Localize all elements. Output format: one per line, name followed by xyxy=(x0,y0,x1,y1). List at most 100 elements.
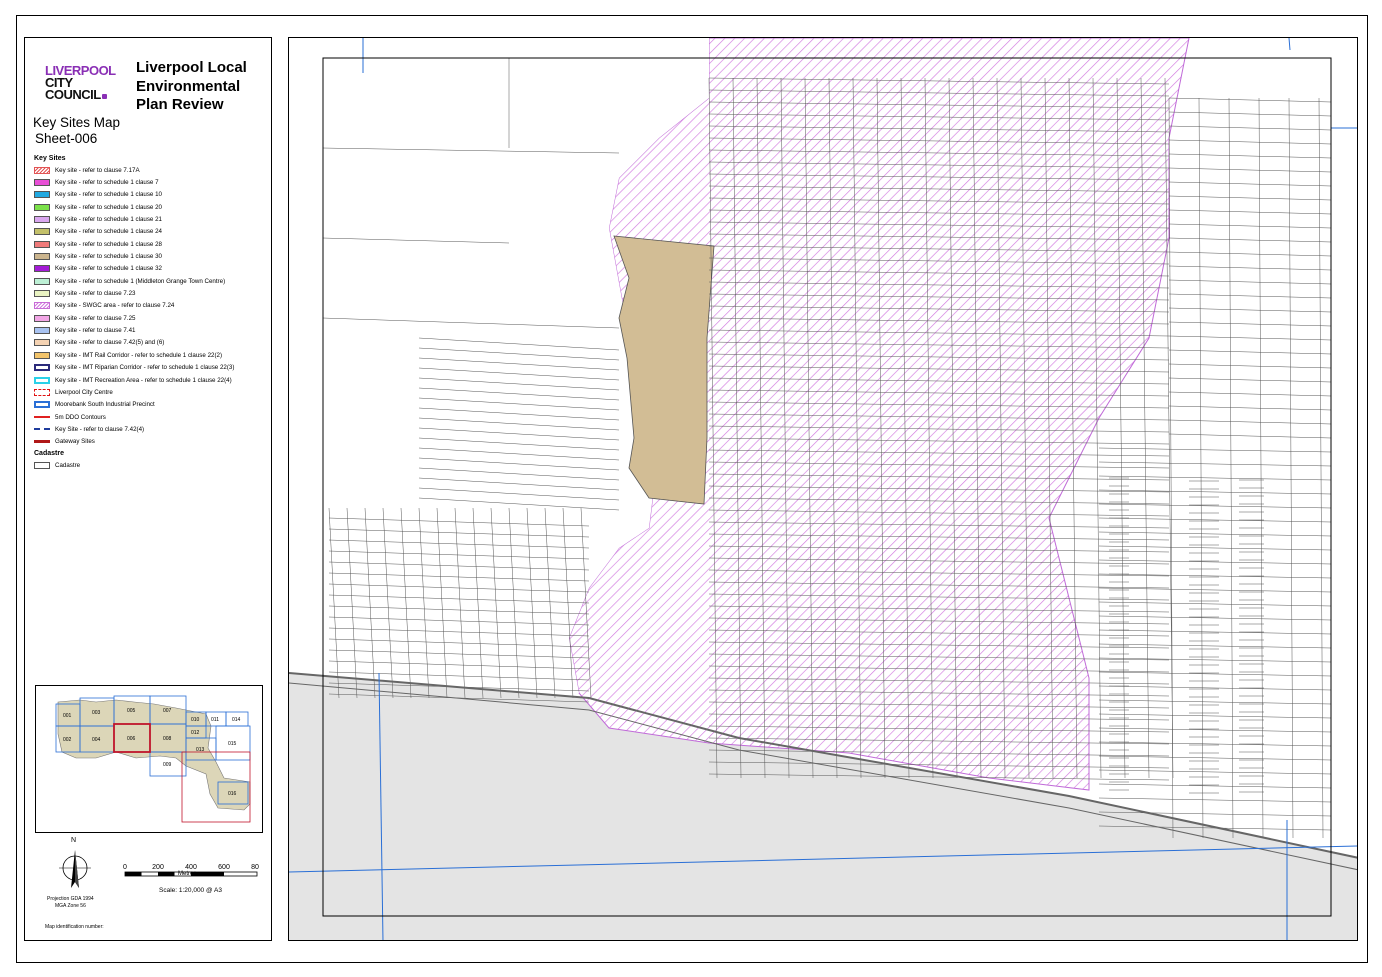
legend-swatch xyxy=(34,191,50,199)
legend-label: Key site - IMT Rail Corridor - refer to … xyxy=(55,351,223,359)
legend-label: Key site - refer to clause 7.41 xyxy=(55,327,136,335)
inset-sheet-label: 016 xyxy=(228,791,237,797)
legend-label: Key site - refer to schedule 1 clause 30 xyxy=(55,253,162,261)
legend-item: Key site - refer to clause 7.41 xyxy=(34,324,270,336)
inset-sheet-label: 012 xyxy=(191,730,200,736)
legend-item: Moorebank South Industrial Precinct xyxy=(34,399,270,411)
legend-swatch xyxy=(34,327,50,335)
legend-swatch xyxy=(34,277,50,285)
legend-swatch xyxy=(34,440,50,444)
inset-sheet-label: 013 xyxy=(196,747,205,753)
legend-panel: LIVERPOOL CITY COUNCIL Liverpool Local E… xyxy=(24,37,272,941)
inset-locator-map: 001 002 003 004 005 006 007 008 009 010 011 014 012 0… xyxy=(35,685,263,833)
north-arrow-icon xyxy=(59,850,91,888)
legend-label: Key site - IMT Riparian Corridor - refer… xyxy=(55,364,235,372)
inset-sheet-label: 003 xyxy=(92,710,101,716)
legend-swatch xyxy=(34,428,50,431)
legend-label: Key site - refer to schedule 1 clause 7 xyxy=(55,179,159,187)
legend-label: Gateway Sites xyxy=(55,438,95,446)
projection-line-2: MGA Zone 56 xyxy=(55,903,86,909)
legend-item: Key site - refer to schedule 1 (Middleto… xyxy=(34,275,270,287)
legend-label: Key site - refer to schedule 1 clause 21 xyxy=(55,216,162,224)
legend-item: Key site - refer to schedule 1 clause 24 xyxy=(34,226,270,238)
legend-label: Key Site - refer to clause 7.42(4) xyxy=(55,425,145,433)
legend-swatch xyxy=(34,302,50,310)
inset-sheet-label: 004 xyxy=(92,737,101,743)
inset-svg: 001 002 003 004 005 006 007 008 009 010 011 014 012 0… xyxy=(55,695,251,823)
legend-item-cadastre: Cadastre xyxy=(34,459,270,471)
main-map[interactable] xyxy=(288,37,1358,941)
legend-item: 5m DDO Contours xyxy=(34,411,270,423)
map-svg[interactable] xyxy=(289,38,1358,941)
legend-item: Key site - refer to schedule 1 clause 32 xyxy=(34,263,270,275)
legend-swatch xyxy=(34,339,50,347)
legend-swatch xyxy=(34,290,50,298)
projection-line-1: Projection GDA 1994 xyxy=(47,896,94,902)
legend-item: Key site - refer to schedule 1 clause 30 xyxy=(34,250,270,262)
scale-tick-label: 400 xyxy=(185,864,197,871)
legend-swatch xyxy=(34,401,50,409)
inset-sheet-label: 014 xyxy=(232,717,241,723)
sheet-number: Sheet-006 xyxy=(35,131,98,146)
legend-item: Liverpool City Centre xyxy=(34,386,270,398)
legend-item: Key site - refer to clause 7.23 xyxy=(34,287,270,299)
legend-label: Key site - refer to schedule 1 clause 10 xyxy=(55,191,162,199)
legend-label: Key site - SWGC area - refer to clause 7… xyxy=(55,302,175,310)
legend-heading-cadastre: Cadastre xyxy=(34,449,64,457)
legend-swatch xyxy=(34,166,50,174)
legend-label: Key site - refer to clause 7.17A xyxy=(55,166,140,174)
legend-heading-key-sites: Key Sites xyxy=(34,155,66,162)
legend-label: Liverpool City Centre xyxy=(55,388,113,396)
inset-sheet-label: 008 xyxy=(163,736,172,742)
inset-sheet-label: 007 xyxy=(163,708,172,714)
inset-sheet-label: 002 xyxy=(63,737,72,743)
legend-item: Key site - refer to schedule 1 clause 20 xyxy=(34,201,270,213)
legend-list: Key Sites Key site - refer to clause 7.1… xyxy=(34,154,270,471)
legend-item: Key site - refer to schedule 1 clause 10 xyxy=(34,189,270,201)
legend-label: Key site - refer to clause 7.23 xyxy=(55,290,136,298)
logo-line-3: COUNCIL xyxy=(45,88,127,101)
legend-item: Key site - SWGC area - refer to clause 7… xyxy=(34,300,270,312)
scale-tick-label: 600 xyxy=(218,864,230,871)
legend-item: Key site - refer to clause 7.25 xyxy=(34,312,270,324)
inset-sheet-label: 015 xyxy=(228,741,237,747)
legend-item: Key site - IMT Rail Corridor - refer to … xyxy=(34,349,270,361)
legend-label: Key site - refer to schedule 1 clause 20 xyxy=(55,203,162,211)
legend-swatch xyxy=(34,265,50,273)
map-title: Key Sites Map xyxy=(33,115,121,130)
inset-sheet-label: 001 xyxy=(63,713,72,719)
legend-swatch xyxy=(34,351,50,359)
legend-label: Key site - refer to schedule 1 (Middleto… xyxy=(55,277,226,285)
legend-label: 5m DDO Contours xyxy=(55,413,106,421)
north-label: N xyxy=(71,837,77,844)
legend-swatch xyxy=(34,228,50,236)
inset-sheet-label: 006 xyxy=(127,736,136,742)
legend-swatch xyxy=(34,388,50,396)
legend-item: Gateway Sites xyxy=(34,436,270,448)
scale-bar: 0 200 400 600 800 xyxy=(123,864,259,877)
legend-item: Key Site - refer to clause 7.42(4) xyxy=(34,423,270,435)
legend-label: Key site - refer to schedule 1 clause 32 xyxy=(55,265,162,273)
inset-sheet-label: 011 xyxy=(211,717,219,723)
legend-swatch xyxy=(34,314,50,322)
scale-tick-label: 0 xyxy=(123,864,127,871)
legend-label: Key site - IMT Recreation Area - refer t… xyxy=(55,376,232,384)
council-logo: LIVERPOOL CITY COUNCIL xyxy=(45,64,127,101)
legend-swatch xyxy=(34,416,50,418)
plan-title: Liverpool Local Environmental Plan Revie… xyxy=(136,59,247,113)
legend-swatch xyxy=(34,203,50,211)
scale-unit: Metres xyxy=(178,871,197,877)
legend-swatch xyxy=(34,376,50,384)
legend-item: Key site - IMT Recreation Area - refer t… xyxy=(34,374,270,386)
scale-text: Scale: 1:20,000 @ A3 xyxy=(159,887,222,894)
legend-swatch xyxy=(34,253,50,261)
inset-sheet-label: 010 xyxy=(191,717,200,723)
legend-label: Key site - refer to clause 7.25 xyxy=(55,314,136,322)
inset-sheet-label: 009 xyxy=(163,762,172,768)
legend-label: Moorebank South Industrial Precinct xyxy=(55,401,155,409)
legend-label: Key site - refer to schedule 1 clause 24 xyxy=(55,228,162,236)
legend-swatch xyxy=(34,179,50,187)
legend-item: Key site - refer to schedule 1 clause 7 xyxy=(34,176,270,188)
scale-tick-label: 800 xyxy=(251,864,259,871)
legend-label: Key site - refer to schedule 1 clause 28 xyxy=(55,240,162,248)
